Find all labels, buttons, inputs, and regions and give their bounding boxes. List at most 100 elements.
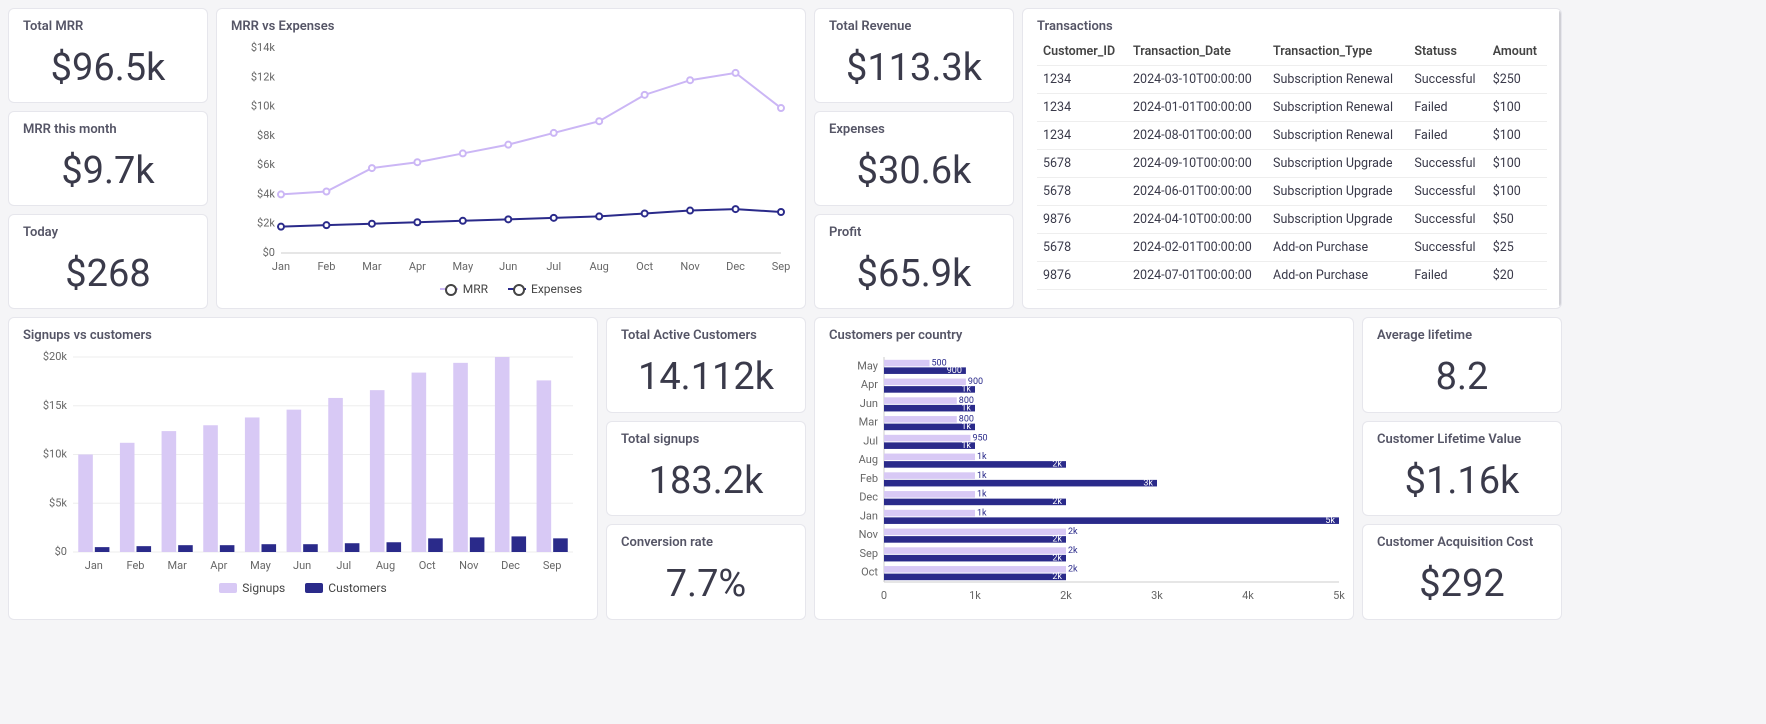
- svg-text:3k: 3k: [1151, 589, 1163, 602]
- svg-text:500: 500: [932, 358, 947, 368]
- svg-text:Feb: Feb: [317, 260, 335, 273]
- kpi-total-mrr: Total MRR $96.5k: [8, 8, 208, 103]
- dashboard: Total MRR $96.5k MRR this month $9.7k To…: [8, 8, 1568, 620]
- svg-text:Dec: Dec: [726, 260, 745, 273]
- kpi-label: Profit: [829, 225, 999, 240]
- svg-text:1k: 1k: [961, 403, 971, 413]
- svg-text:1k: 1k: [977, 471, 987, 481]
- table-row[interactable]: 98762024-04-10T00:00:00Subscription Upgr…: [1037, 206, 1547, 234]
- svg-text:5k: 5k: [1325, 516, 1335, 526]
- svg-text:1k: 1k: [977, 508, 987, 518]
- kpi-avg-lifetime: Average lifetime 8.2: [1362, 317, 1562, 413]
- svg-text:Apr: Apr: [210, 559, 227, 572]
- svg-text:Mar: Mar: [168, 559, 188, 572]
- chart-signups-customers: Signups vs customers $0$5k$10k$15k$20kJa…: [8, 317, 598, 620]
- svg-text:$0: $0: [55, 545, 67, 558]
- row2-right: Customers per country 01k2k3k4k5kMay5009…: [814, 317, 1562, 620]
- svg-text:$0: $0: [263, 246, 275, 259]
- svg-text:$8k: $8k: [257, 129, 275, 142]
- kpi-label: Total Revenue: [829, 19, 999, 34]
- svg-text:$14k: $14k: [251, 41, 276, 54]
- table-row[interactable]: 56782024-02-01T00:00:00Add-on PurchaseSu…: [1037, 234, 1547, 262]
- table-header[interactable]: Transaction_Date: [1127, 38, 1267, 66]
- svg-text:Sep: Sep: [859, 547, 878, 560]
- svg-text:1k: 1k: [969, 589, 981, 602]
- legend-item-mrr: MRR: [440, 282, 488, 296]
- svg-text:2k: 2k: [1060, 589, 1072, 602]
- svg-text:Nov: Nov: [680, 260, 700, 273]
- chart-title: Customers per country: [829, 328, 1339, 343]
- kpi-value: $268: [23, 244, 193, 301]
- scrollbar[interactable]: [1559, 9, 1562, 308]
- kpi-value: $9.7k: [23, 141, 193, 198]
- kpi-stack-left: Total MRR $96.5k MRR this month $9.7k To…: [8, 8, 208, 309]
- svg-text:Jun: Jun: [293, 559, 311, 572]
- svg-text:Jul: Jul: [336, 559, 351, 572]
- line-chart-svg: $0$2k$4k$6k$8k$10k$12k$14kJanFebMarAprMa…: [231, 38, 791, 278]
- kpi-value: $96.5k: [23, 38, 193, 95]
- kpi-label: Conversion rate: [621, 535, 791, 550]
- svg-text:1k: 1k: [961, 422, 971, 432]
- svg-text:2k: 2k: [1052, 460, 1062, 470]
- bar-chart-svg: $0$5k$10k$15k$20kJanFebMarAprMayJunJulAu…: [23, 347, 583, 577]
- kpi-expenses: Expenses $30.6k: [814, 111, 1014, 206]
- kpi-value: $292: [1377, 554, 1547, 611]
- kpi-label: Total Active Customers: [621, 328, 791, 343]
- svg-text:Sep: Sep: [772, 260, 791, 273]
- svg-text:May: May: [857, 359, 879, 372]
- kpi-stack-row2-right: Average lifetime 8.2 Customer Lifetime V…: [1362, 317, 1562, 620]
- table-row[interactable]: 98762024-07-01T00:00:00Add-on PurchaseFa…: [1037, 262, 1547, 290]
- table-header[interactable]: Statuss: [1408, 38, 1486, 66]
- svg-text:$12k: $12k: [251, 70, 276, 83]
- kpi-label: Today: [23, 225, 193, 240]
- svg-text:Jan: Jan: [860, 509, 878, 522]
- svg-text:2k: 2k: [1068, 527, 1078, 537]
- svg-text:$2k: $2k: [257, 217, 275, 230]
- chart-legend: Signups Customers: [23, 581, 583, 595]
- table-row[interactable]: 12342024-08-01T00:00:00Subscription Rene…: [1037, 122, 1547, 150]
- table-row[interactable]: 12342024-03-10T00:00:00Subscription Rene…: [1037, 66, 1547, 94]
- chart-customers-country: Customers per country 01k2k3k4k5kMay5009…: [814, 317, 1354, 620]
- svg-text:Oct: Oct: [636, 260, 653, 273]
- kpi-label: Expenses: [829, 122, 999, 137]
- table-header[interactable]: Amount: [1487, 38, 1547, 66]
- chart-legend: MRR Expenses: [231, 282, 791, 296]
- kpi-stack-row2-left: Total Active Customers 14.112k Total sig…: [606, 317, 806, 620]
- kpi-today: Today $268: [8, 214, 208, 309]
- transactions-table: Customer_IDTransaction_DateTransaction_T…: [1037, 38, 1547, 290]
- table-row[interactable]: 12342024-01-01T00:00:00Subscription Rene…: [1037, 94, 1547, 122]
- kpi-value: 183.2k: [621, 451, 791, 508]
- svg-text:Jul: Jul: [546, 260, 561, 273]
- svg-text:Jun: Jun: [860, 397, 878, 410]
- svg-text:Nov: Nov: [459, 559, 479, 572]
- row2-left: Signups vs customers $0$5k$10k$15k$20kJa…: [8, 317, 806, 620]
- kpi-label: MRR this month: [23, 122, 193, 137]
- kpi-conversion-rate: Conversion rate 7.7%: [606, 524, 806, 620]
- svg-text:Aug: Aug: [590, 260, 609, 273]
- svg-text:2k: 2k: [1052, 572, 1062, 582]
- svg-text:Mar: Mar: [362, 260, 382, 273]
- svg-text:Oct: Oct: [861, 566, 878, 579]
- svg-text:2k: 2k: [1068, 546, 1078, 556]
- svg-text:$20k: $20k: [43, 350, 68, 363]
- svg-text:Sep: Sep: [543, 559, 562, 572]
- table-row[interactable]: 56782024-09-10T00:00:00Subscription Upgr…: [1037, 150, 1547, 178]
- svg-text:Apr: Apr: [409, 260, 426, 273]
- kpi-stack-mid: Total Revenue $113.3k Expenses $30.6k Pr…: [814, 8, 1014, 309]
- table-row[interactable]: 56782024-06-01T00:00:00Subscription Upgr…: [1037, 178, 1547, 206]
- svg-text:$4k: $4k: [257, 187, 275, 200]
- svg-text:$5k: $5k: [49, 496, 67, 509]
- kpi-label: Total MRR: [23, 19, 193, 34]
- kpi-label: Customer Acquisition Cost: [1377, 535, 1547, 550]
- kpi-value: $113.3k: [829, 38, 999, 95]
- svg-text:$6k: $6k: [257, 158, 275, 171]
- svg-text:$15k: $15k: [43, 399, 68, 412]
- legend-item-expenses: Expenses: [508, 282, 582, 296]
- kpi-mrr-month: MRR this month $9.7k: [8, 111, 208, 206]
- table-header[interactable]: Transaction_Type: [1267, 38, 1408, 66]
- svg-text:900: 900: [947, 366, 962, 376]
- svg-text:Aug: Aug: [859, 453, 878, 466]
- svg-text:1k: 1k: [977, 490, 987, 500]
- kpi-value: 7.7%: [621, 554, 791, 611]
- table-header[interactable]: Customer_ID: [1037, 38, 1127, 66]
